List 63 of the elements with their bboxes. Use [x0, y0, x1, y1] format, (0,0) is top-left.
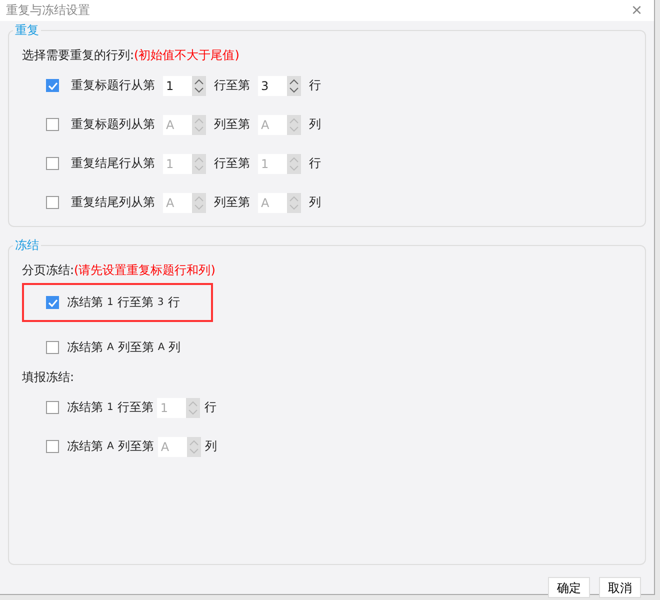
value-text: A	[158, 342, 165, 353]
value-text: A	[107, 441, 114, 452]
number-spinner[interactable]: 1	[157, 398, 200, 418]
checkbox[interactable]	[46, 196, 59, 209]
close-button[interactable]: ×	[627, 0, 646, 21]
row-label: 冻结第	[67, 438, 103, 455]
check-icon	[48, 80, 58, 90]
row-label: 列至第	[118, 339, 154, 356]
group-note: (请先设置重复标题行和列)	[74, 262, 216, 279]
checkbox[interactable]	[46, 440, 59, 453]
group-label: 填报冻结:	[22, 369, 74, 386]
row-label: 冻结第	[67, 294, 103, 311]
ok-button[interactable]: 确定	[548, 577, 590, 598]
unit-label: 列	[309, 194, 321, 211]
row-label: 列至第	[214, 194, 250, 211]
checkbox[interactable]	[46, 157, 59, 170]
hint-label: 选择需要重复的行列:	[22, 47, 134, 64]
checkbox[interactable]	[46, 118, 59, 131]
up-down-arrows-icon	[289, 156, 299, 172]
number-spinner[interactable]: A	[158, 436, 201, 456]
up-down-arrows-icon	[289, 194, 299, 210]
row-label: 重复标题行从第	[71, 77, 155, 94]
row-label: 列至第	[118, 438, 154, 455]
unit-label: 列	[204, 438, 217, 455]
value-text: 1	[107, 402, 114, 413]
up-down-arrows-icon	[289, 116, 299, 132]
unit-label: 行	[168, 294, 180, 311]
checkbox[interactable]	[46, 341, 59, 354]
up-down-arrows-icon	[194, 78, 204, 94]
group-label: 分页冻结:	[22, 262, 74, 279]
value-text: A	[107, 342, 114, 353]
up-down-arrows-icon	[194, 194, 204, 210]
row-label: 重复结尾列从第	[71, 194, 155, 211]
number-spinner[interactable]: 1	[163, 76, 206, 96]
up-down-arrows-icon	[188, 400, 198, 416]
row-label: 重复结尾行从第	[71, 155, 155, 172]
unit-label: 列	[168, 339, 181, 356]
checkbox[interactable]	[46, 79, 59, 92]
up-down-arrows-icon	[194, 116, 204, 132]
checkbox[interactable]	[46, 401, 59, 414]
hint-note: (初始值不大于尾值)	[134, 47, 240, 64]
row-label: 冻结第	[67, 339, 103, 356]
value-text: 3	[157, 297, 164, 308]
unit-label: 行	[204, 399, 216, 416]
row-label: 行至第	[117, 294, 154, 311]
unit-label: 列	[309, 116, 321, 133]
number-spinner[interactable]: 3	[258, 76, 301, 96]
up-down-arrows-icon	[289, 78, 299, 94]
value-text: 1	[107, 297, 114, 308]
up-down-arrows-icon	[188, 438, 199, 454]
row-label: 行至第	[117, 399, 154, 416]
up-down-arrows-icon	[194, 156, 204, 172]
row-label: 冻结第	[67, 399, 103, 416]
row-label: 重复标题列从第	[71, 116, 155, 133]
row-label: 行至第	[214, 77, 250, 94]
row-label: 列至第	[214, 116, 250, 133]
check-icon	[48, 298, 58, 308]
window-title: 重复与冻结设置	[6, 2, 90, 19]
unit-label: 行	[309, 77, 321, 94]
cancel-button[interactable]: 取消	[599, 577, 641, 598]
row-label: 行至第	[214, 155, 250, 172]
checkbox[interactable]	[46, 296, 59, 309]
unit-label: 行	[309, 155, 321, 172]
